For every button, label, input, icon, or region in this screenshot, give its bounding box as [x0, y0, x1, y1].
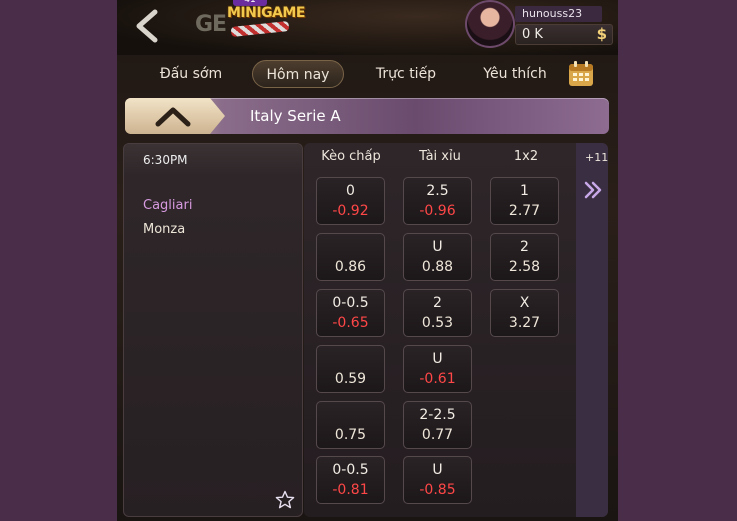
logo-text: MINIGAME — [227, 5, 305, 21]
odds-price: 0.86 — [334, 259, 367, 275]
odds-line: 2 — [520, 239, 529, 255]
odds-line — [317, 238, 384, 256]
odds-cell-over-under[interactable]: U -0.61 — [403, 345, 472, 393]
back-arrow-icon[interactable] — [131, 8, 167, 44]
odds-cell-over-under[interactable]: 2-2.5 0.77 — [403, 401, 472, 449]
odds-line: 0 — [346, 183, 355, 199]
app-window: GE 41 MINIGAME hunouss23 0 K $ Đấu sớm H… — [117, 0, 618, 521]
favorite-star-icon[interactable] — [275, 490, 295, 510]
tab-bar: Đấu sớm Hôm nay Trực tiếp Yêu thích — [117, 58, 618, 92]
column-header-handicap: Kèo chấp — [321, 149, 381, 164]
username: hunouss23 — [515, 6, 602, 22]
odds-cell-handicap[interactable]: 0.86 — [316, 233, 385, 281]
odds-cell-1x2[interactable]: X 3.27 — [490, 289, 559, 337]
balance-box[interactable]: 0 K $ — [515, 24, 613, 45]
odds-price: -0.81 — [332, 482, 369, 498]
home-team: Cagliari — [143, 198, 193, 213]
logo-prefix: GE — [195, 12, 227, 37]
odds-line — [317, 406, 384, 424]
odds-cell-handicap[interactable]: 0 -0.92 — [316, 177, 385, 225]
away-team: Monza — [143, 222, 186, 237]
balance-value: 0 K — [522, 27, 543, 42]
odds-price: -0.65 — [332, 315, 369, 331]
odds-cell-handicap[interactable]: 0-0.5 -0.65 — [316, 289, 385, 337]
tab-today[interactable]: Hôm nay — [252, 60, 344, 88]
odds-cell-handicap[interactable]: 0.59 — [316, 345, 385, 393]
odds-line: U — [432, 351, 443, 367]
odds-line: 2.5 — [426, 183, 449, 199]
odds-price: 0.88 — [421, 259, 454, 275]
column-header-over-under: Tài xỉu — [419, 149, 461, 164]
tab-early[interactable]: Đấu sớm — [147, 60, 235, 88]
odds-cell-over-under[interactable]: 2.5 -0.96 — [403, 177, 472, 225]
match-time: 6:30PM — [124, 144, 302, 176]
odds-cell-handicap[interactable]: 0.75 — [316, 401, 385, 449]
odds-panel: Kèo chấp Tài xỉu 1x2 +11 0 -0.92 0.86 0-… — [304, 143, 608, 517]
odds-price: -0.96 — [419, 203, 456, 219]
header: GE 41 MINIGAME hunouss23 0 K $ — [117, 0, 618, 55]
odds-line: U — [432, 239, 443, 255]
odds-cell-1x2[interactable]: 1 2.77 — [490, 177, 559, 225]
odds-price: 0.53 — [421, 315, 454, 331]
calendar-icon[interactable] — [568, 60, 594, 87]
more-markets-strip[interactable] — [576, 143, 608, 517]
odds-price: -0.85 — [419, 482, 456, 498]
dollar-icon: $ — [596, 25, 607, 43]
odds-price: 3.27 — [508, 315, 541, 331]
odds-line: 0-0.5 — [332, 462, 369, 478]
odds-line: 1 — [520, 183, 529, 199]
odds-price: -0.61 — [419, 371, 456, 387]
minigame-logo[interactable]: GE 41 MINIGAME — [195, 0, 305, 50]
odds-line: U — [432, 462, 443, 478]
odds-line — [317, 350, 384, 368]
odds-price: 0.77 — [421, 427, 454, 443]
avatar[interactable] — [465, 0, 515, 48]
league-header[interactable]: Italy Serie A — [125, 98, 609, 134]
odds-cell-handicap[interactable]: 0-0.5 -0.81 — [316, 456, 385, 504]
more-markets-count[interactable]: +11 — [585, 151, 608, 164]
league-name: Italy Serie A — [250, 107, 341, 125]
match-info-panel[interactable]: 6:30PM Cagliari Monza — [123, 143, 303, 517]
double-chevron-right-icon[interactable] — [583, 181, 603, 199]
odds-price: 2.58 — [508, 259, 541, 275]
odds-cell-over-under[interactable]: U -0.85 — [403, 456, 472, 504]
logo-ribbon — [230, 20, 290, 38]
odds-line: 0-0.5 — [332, 295, 369, 311]
odds-price: 0.59 — [334, 371, 367, 387]
odds-cell-over-under[interactable]: U 0.88 — [403, 233, 472, 281]
odds-line: 2-2.5 — [419, 407, 456, 423]
odds-cell-1x2[interactable]: 2 2.58 — [490, 233, 559, 281]
chevron-up-icon[interactable] — [152, 102, 194, 130]
odds-price: 2.77 — [508, 203, 541, 219]
odds-price: 0.75 — [334, 427, 367, 443]
odds-price: -0.92 — [332, 203, 369, 219]
odds-line: X — [519, 295, 530, 311]
tab-favorites[interactable]: Yêu thích — [470, 60, 560, 88]
odds-cell-over-under[interactable]: 2 0.53 — [403, 289, 472, 337]
odds-line: 2 — [433, 295, 442, 311]
column-header-1x2: 1x2 — [513, 149, 539, 164]
tab-live[interactable]: Trực tiếp — [362, 60, 450, 88]
